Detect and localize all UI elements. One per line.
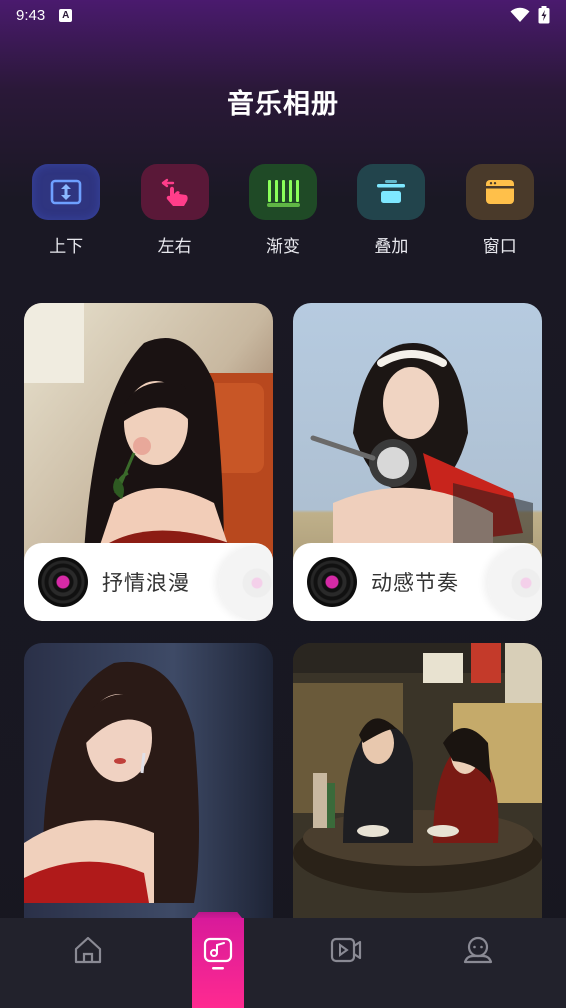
category-tile (248, 164, 317, 220)
wifi-icon (510, 7, 530, 22)
swipe-hand-icon (161, 178, 188, 206)
page-title: 音乐相册 (227, 89, 339, 120)
couple-eating-noodles-photo (293, 643, 542, 961)
status-indicators (510, 6, 550, 24)
category-label: 左右 (157, 237, 192, 257)
disc-decoration-icon (488, 545, 542, 621)
window-icon (485, 180, 514, 204)
category-label: 上下 (49, 237, 84, 257)
category-label: 渐变 (265, 237, 300, 257)
overlay-icon (377, 180, 406, 203)
music-album-icon (203, 937, 233, 970)
card-footer: 动感节奏 (293, 543, 542, 621)
status-time: 9:43 (16, 6, 46, 24)
card-title: 动感节奏 (371, 571, 459, 595)
template-card-dynamic[interactable]: 动感节奏 (293, 303, 542, 621)
category-tile (357, 164, 426, 220)
template-card-romantic[interactable]: 抒情浪漫 (24, 303, 273, 621)
up-down-icon (50, 179, 82, 205)
battery-icon (538, 6, 550, 24)
category-up-down[interactable]: 上下 (26, 164, 106, 257)
nav-home[interactable] (48, 918, 128, 1008)
category-window[interactable]: 窗口 (460, 164, 540, 257)
nav-video[interactable] (306, 918, 386, 1008)
category-tile (465, 164, 534, 220)
category-gradient[interactable]: 渐变 (243, 164, 323, 257)
category-overlay[interactable]: 叠加 (351, 164, 431, 257)
category-label: 窗口 (482, 237, 517, 257)
category-left-right[interactable]: 左右 (135, 164, 215, 257)
nav-album[interactable] (192, 918, 244, 1008)
nav-profile[interactable] (438, 918, 518, 1008)
notification-icon: A (59, 8, 73, 22)
vinyl-record-icon (38, 557, 88, 607)
gradient-bars-icon (266, 180, 300, 207)
card-footer: 抒情浪漫 (24, 543, 273, 621)
disc-decoration-icon (219, 545, 273, 621)
category-tile (32, 164, 101, 220)
video-icon (330, 937, 362, 963)
vinyl-record-icon (307, 557, 357, 607)
profile-icon (463, 936, 493, 964)
template-card-4[interactable] (293, 643, 542, 961)
bottom-nav (0, 918, 566, 1008)
category-label: 叠加 (374, 237, 409, 257)
home-icon (74, 936, 102, 964)
effect-category-row: 上下 左右 渐变 叠加 窗口 (0, 164, 566, 257)
category-tile (140, 164, 209, 220)
status-bar: 9:43 A (0, 0, 566, 30)
card-title: 抒情浪漫 (102, 571, 190, 595)
